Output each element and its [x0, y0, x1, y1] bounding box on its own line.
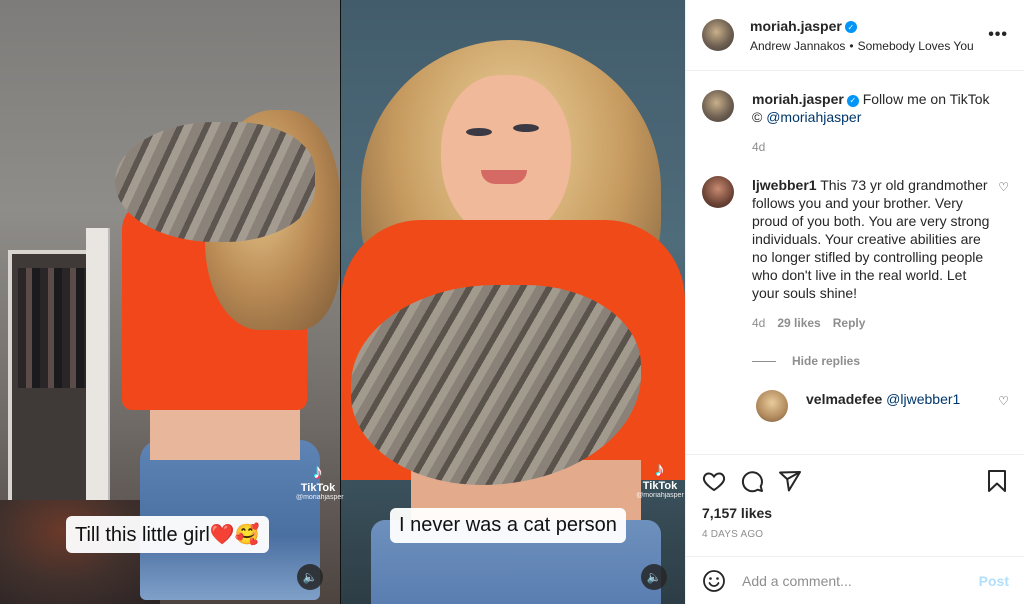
closet-clothes	[18, 268, 88, 388]
tabby-cat	[115, 122, 315, 242]
eye	[466, 128, 492, 136]
heart-icon[interactable]	[702, 469, 726, 493]
list-item: ljwebber1 This 73 yr old grandmother fol…	[702, 176, 1009, 332]
mouth	[481, 170, 527, 184]
post-side-panel: moriah.jasper ✓ Andrew Jannakos • Somebody …	[685, 0, 1024, 604]
avatar[interactable]	[756, 390, 788, 422]
audio-artist[interactable]: Andrew Jannakos	[750, 39, 845, 53]
bookmark-icon[interactable]	[985, 469, 1009, 493]
heart-outline-icon[interactable]: ♡	[998, 180, 1009, 332]
post-timestamp[interactable]: 4 DAYS AGO	[702, 529, 1009, 540]
separator: •	[849, 38, 854, 53]
tiktok-label: TikTok	[300, 482, 336, 494]
caption-meta: 4d	[752, 138, 1009, 156]
caption-time[interactable]: 4d	[752, 140, 765, 154]
hide-replies-button[interactable]: Hide replies	[752, 354, 1009, 368]
avatar[interactable]	[702, 90, 734, 122]
comment-meta: 4d 29 likes Reply	[752, 314, 990, 332]
heart-outline-icon[interactable]: ♡	[998, 394, 1009, 422]
face	[441, 75, 571, 240]
post-header: moriah.jasper ✓ Andrew Jannakos • Somebody …	[686, 0, 1024, 71]
post-media[interactable]: Till this little girl❤️🥰 I never was a c…	[0, 0, 685, 604]
tiktok-logo-icon: ♪	[313, 461, 323, 483]
tiktok-label: TikTok	[642, 480, 678, 492]
comment-username[interactable]: ljwebber1	[752, 177, 817, 193]
eye	[513, 124, 539, 132]
tiktok-watermark-right: ♪ TikTok @moriahjasper	[636, 460, 684, 499]
reply-mention[interactable]: @ljwebber1	[886, 391, 960, 407]
add-comment-bar: Post	[686, 556, 1024, 604]
copyright-symbol: ©	[752, 109, 763, 125]
audio-attribution: Andrew Jannakos • Somebody Loves You	[750, 39, 988, 53]
comment-time[interactable]: 4d	[752, 316, 765, 330]
list-item: velmadefee @ljwebber1 ♡	[756, 390, 1009, 422]
comment-text: This 73 yr old grandmother follows you a…	[752, 177, 990, 301]
caption-username[interactable]: moriah.jasper	[752, 91, 844, 107]
post-caption: moriah.jasper ✓ Follow me on TikTok © @mo…	[702, 90, 1009, 156]
video-frame-left[interactable]	[0, 0, 340, 604]
comments-list[interactable]: moriah.jasper ✓ Follow me on TikTok © @mo…	[686, 72, 1024, 454]
tiktok-handle: @moriahjasper	[636, 492, 684, 499]
hide-replies-label: Hide replies	[792, 354, 861, 368]
share-icon[interactable]	[778, 469, 802, 493]
more-options-icon[interactable]: •••	[988, 26, 1008, 44]
likes-count[interactable]: 7,157 likes	[702, 505, 1009, 521]
tiktok-watermark-left: ♪ TikTok @moriahjasper	[296, 461, 344, 501]
tiktok-logo-icon: ♪	[655, 459, 665, 481]
caption-text: Follow me on TikTok	[862, 91, 990, 107]
caption-mention[interactable]: @moriahjasper	[766, 109, 861, 125]
speaker-icon[interactable]: 🔈	[641, 564, 667, 590]
verified-badge-icon: ✓	[844, 21, 857, 33]
comment-likes[interactable]: 29 likes	[777, 316, 820, 330]
post-button[interactable]: Post	[979, 573, 1009, 589]
action-icons	[702, 465, 1009, 497]
header-text: moriah.jasper ✓ Andrew Jannakos • Somebody …	[750, 18, 988, 53]
speaker-icon[interactable]: 🔈	[297, 564, 323, 590]
emoji-icon[interactable]	[702, 569, 726, 593]
video-caption-right: I never was a cat person	[390, 508, 626, 543]
reply-username[interactable]: velmadefee	[806, 391, 882, 407]
verified-badge-icon: ✓	[846, 95, 859, 107]
action-bar: 7,157 likes 4 DAYS AGO	[686, 454, 1024, 540]
video-caption-left: Till this little girl❤️🥰	[66, 516, 269, 553]
tiktok-handle: @moriahjasper	[296, 494, 344, 501]
avatar[interactable]	[702, 19, 734, 51]
audio-title[interactable]: Somebody Loves You	[858, 39, 974, 53]
divider-line	[752, 360, 776, 362]
reply-button[interactable]: Reply	[833, 316, 866, 330]
comment-icon[interactable]	[740, 469, 764, 493]
comment-input[interactable]	[742, 572, 979, 589]
instagram-post: Till this little girl❤️🥰 I never was a c…	[0, 0, 1024, 604]
author-username[interactable]: moriah.jasper	[750, 18, 842, 34]
avatar[interactable]	[702, 176, 734, 208]
